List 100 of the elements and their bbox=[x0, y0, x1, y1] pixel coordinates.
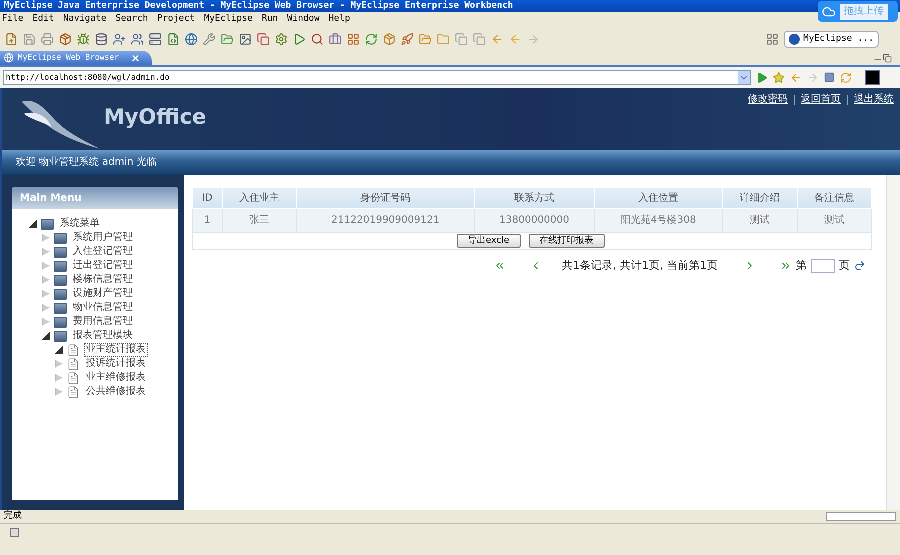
folder-icon bbox=[54, 232, 67, 244]
close-icon[interactable]: × bbox=[131, 52, 140, 64]
tree-item[interactable]: 业主维修报表 bbox=[84, 371, 148, 385]
folder-icon bbox=[54, 260, 67, 272]
menu-item[interactable]: Search bbox=[116, 12, 148, 26]
welcome-text: 欢迎 物业管理系统 admin 光临 bbox=[16, 156, 157, 170]
refresh-icon[interactable] bbox=[840, 72, 852, 84]
folder-icon bbox=[54, 302, 67, 314]
save-icon[interactable] bbox=[23, 33, 36, 46]
table-cell: 21122019909009121 bbox=[296, 208, 475, 232]
tree-item[interactable]: 设施财产管理 bbox=[71, 287, 135, 301]
image-icon[interactable] bbox=[239, 33, 252, 46]
menu-item[interactable]: Run bbox=[262, 12, 278, 26]
file-icon[interactable] bbox=[167, 33, 180, 46]
table-cell: 13800000000 bbox=[474, 208, 594, 232]
tree-item[interactable]: 投诉统计报表 bbox=[84, 357, 148, 371]
package-icon[interactable] bbox=[59, 33, 72, 46]
file-icon bbox=[67, 358, 80, 370]
square-icon[interactable] bbox=[865, 70, 880, 85]
package-icon[interactable] bbox=[383, 33, 396, 46]
back-icon[interactable] bbox=[509, 33, 522, 46]
folder-icon[interactable] bbox=[221, 33, 234, 46]
stop-icon[interactable] bbox=[824, 72, 835, 83]
wrench-icon[interactable] bbox=[203, 33, 216, 46]
menu-item[interactable]: Help bbox=[328, 12, 350, 26]
go-icon[interactable] bbox=[854, 260, 866, 272]
tree-item[interactable]: 业主统计报表 bbox=[84, 343, 148, 357]
table-cell: 1 bbox=[192, 208, 222, 232]
server-icon[interactable] bbox=[149, 33, 162, 46]
folder-icon bbox=[54, 316, 67, 328]
table-cell: 阳光苑4号楼308 bbox=[594, 208, 723, 232]
tree-item[interactable]: 费用信息管理 bbox=[71, 315, 135, 329]
table-cell: 测试 bbox=[797, 208, 872, 232]
refresh-icon[interactable] bbox=[365, 33, 378, 46]
tree-item[interactable]: 系统菜单 bbox=[58, 217, 102, 231]
header-link[interactable]: 退出系统 bbox=[854, 92, 894, 107]
header-link[interactable]: 修改密码 bbox=[748, 92, 788, 107]
user-icon[interactable] bbox=[113, 33, 126, 46]
copy-icon[interactable] bbox=[473, 33, 486, 46]
search-icon[interactable] bbox=[311, 33, 324, 46]
logo-icon bbox=[788, 34, 800, 45]
folder-icon bbox=[54, 288, 67, 300]
star-icon[interactable] bbox=[773, 72, 785, 84]
copy-icon[interactable] bbox=[257, 33, 270, 46]
fast-view-icon[interactable] bbox=[10, 528, 19, 537]
forward-icon[interactable] bbox=[527, 33, 540, 46]
cloud-icon bbox=[822, 4, 836, 18]
menu-item[interactable]: File bbox=[2, 12, 24, 26]
editor-tab[interactable]: MyEclipse Web Browser × bbox=[0, 51, 152, 65]
grid-icon[interactable] bbox=[766, 33, 779, 46]
back-icon[interactable] bbox=[491, 33, 504, 46]
rocket-icon[interactable] bbox=[401, 33, 414, 46]
table-cell: 张三 bbox=[222, 208, 297, 232]
tree-item[interactable]: 报表管理模块 bbox=[71, 329, 135, 343]
menu-item[interactable]: Window bbox=[287, 12, 320, 26]
dropdown-button[interactable] bbox=[738, 71, 750, 84]
address-field[interactable]: http://localhost:8080/wgl/admin.do bbox=[3, 70, 751, 85]
tree-item[interactable]: 迁出登记管理 bbox=[71, 259, 135, 273]
menu-item[interactable]: Edit bbox=[32, 12, 54, 26]
file-icon bbox=[67, 386, 80, 398]
folder-icon[interactable] bbox=[437, 33, 450, 46]
page-suffix: 页 bbox=[839, 258, 850, 274]
gear-icon[interactable] bbox=[275, 33, 288, 46]
folder-icon[interactable] bbox=[419, 33, 432, 46]
column-header: 入住位置 bbox=[594, 188, 723, 208]
table-button[interactable]: 在线打印报表 bbox=[528, 234, 605, 248]
column-header: ID bbox=[192, 188, 222, 208]
users-icon[interactable] bbox=[131, 33, 144, 46]
folder-icon bbox=[54, 330, 67, 342]
tree-item[interactable]: 系统用户管理 bbox=[71, 231, 135, 245]
briefcase-icon[interactable] bbox=[329, 33, 342, 46]
scrollbar[interactable] bbox=[886, 175, 900, 510]
bug-icon[interactable] bbox=[77, 33, 90, 46]
table-button[interactable]: 导出excle bbox=[457, 234, 521, 248]
tree-item[interactable]: 公共维修报表 bbox=[84, 385, 148, 399]
status-panel bbox=[826, 512, 896, 521]
panel-title: Main Menu bbox=[20, 192, 82, 206]
column-header: 身份证号码 bbox=[296, 188, 475, 208]
grid-icon[interactable] bbox=[347, 33, 360, 46]
menu-item[interactable]: Project bbox=[157, 12, 196, 26]
menu-item[interactable]: MyEclipse bbox=[204, 12, 253, 26]
header-link[interactable]: 返回首页 bbox=[801, 92, 841, 107]
printer-icon[interactable] bbox=[41, 33, 54, 46]
run-icon[interactable] bbox=[293, 33, 306, 46]
copy-icon[interactable] bbox=[455, 33, 468, 46]
new-file-icon[interactable] bbox=[5, 33, 18, 46]
play-icon[interactable] bbox=[756, 72, 768, 84]
page-summary: 共1条记录, 共计1页, 当前第1页 bbox=[562, 258, 718, 274]
globe-icon[interactable] bbox=[185, 33, 198, 46]
database-icon[interactable] bbox=[95, 33, 108, 46]
tree-item[interactable]: 入住登记管理 bbox=[71, 245, 135, 259]
upload-label: 拖拽上传 bbox=[840, 4, 888, 20]
back-icon[interactable] bbox=[790, 72, 802, 84]
restore-icon[interactable] bbox=[883, 54, 892, 63]
page-input[interactable] bbox=[811, 259, 835, 274]
folder-icon bbox=[54, 246, 67, 258]
menu-item[interactable]: Navigate bbox=[63, 12, 107, 26]
perspective-button[interactable]: MyEclipse ... bbox=[784, 31, 879, 48]
tree-item[interactable]: 楼栋信息管理 bbox=[71, 273, 135, 287]
tree-item[interactable]: 物业信息管理 bbox=[71, 301, 135, 315]
